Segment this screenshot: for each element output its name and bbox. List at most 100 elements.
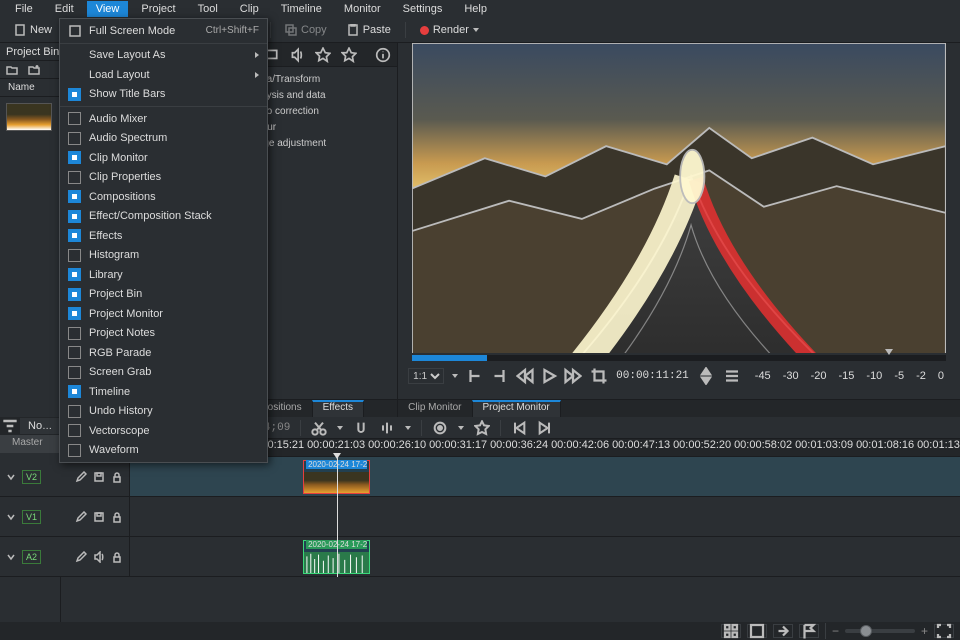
- zoom-out-icon[interactable]: −: [832, 624, 839, 638]
- chevron-down-icon[interactable]: [6, 472, 16, 482]
- in-point-icon[interactable]: [466, 368, 484, 384]
- menu-clip[interactable]: Clip: [231, 1, 268, 17]
- sound-icon[interactable]: [93, 551, 105, 563]
- zoom-select[interactable]: 1:1: [408, 368, 444, 384]
- snap-icon[interactable]: [353, 420, 369, 436]
- menu-icon[interactable]: [723, 368, 741, 384]
- menu-tool[interactable]: Tool: [189, 1, 227, 17]
- edit-icon[interactable]: [75, 551, 87, 563]
- view-menu-item[interactable]: Clip Monitor: [60, 148, 267, 168]
- timeline-playhead[interactable]: [337, 457, 338, 577]
- zoom-in-icon[interactable]: +: [921, 624, 928, 638]
- tab-clip-monitor[interactable]: Clip Monitor: [398, 400, 471, 417]
- menu-project[interactable]: Project: [132, 1, 184, 17]
- updown-icon[interactable]: [697, 368, 715, 384]
- info-icon[interactable]: [375, 47, 391, 63]
- forward-icon[interactable]: [564, 368, 582, 384]
- fit-icon[interactable]: [934, 624, 954, 638]
- view-menu-item[interactable]: Compositions: [60, 187, 267, 207]
- view-menu-item[interactable]: Effects: [60, 226, 267, 246]
- menu-item-label: Project Bin: [89, 288, 259, 300]
- tab-project-monitor[interactable]: Project Monitor: [472, 400, 561, 417]
- view-menu-item[interactable]: Project Notes: [60, 324, 267, 344]
- render-label: Render: [433, 24, 469, 36]
- fav-icon[interactable]: [474, 420, 490, 436]
- master-track-row[interactable]: Master: [0, 435, 60, 453]
- menu-settings[interactable]: Settings: [394, 1, 452, 17]
- audio-ruler: -45-30-20-15-10-5-20: [749, 370, 950, 382]
- view-menu-item[interactable]: Show Title Bars: [60, 85, 267, 105]
- timeline-tab[interactable]: No…: [20, 418, 60, 434]
- render-button[interactable]: Render: [414, 22, 485, 38]
- out-point-icon[interactable]: [490, 368, 508, 384]
- view-menu-item[interactable]: Clip Properties: [60, 168, 267, 188]
- new-folder-icon[interactable]: [28, 64, 40, 76]
- edit-icon[interactable]: [75, 511, 87, 523]
- save-icon[interactable]: [93, 511, 105, 523]
- lock-icon[interactable]: [111, 471, 123, 483]
- monitor-timecode[interactable]: 00:00:11:21: [616, 370, 689, 382]
- flag-icon[interactable]: [799, 624, 819, 638]
- view-menu-item[interactable]: Waveform: [60, 441, 267, 461]
- view-menu-item[interactable]: Effect/Composition Stack: [60, 207, 267, 227]
- crop-icon[interactable]: [590, 368, 608, 384]
- checkbox-icon: [68, 444, 81, 457]
- edit-icon[interactable]: [75, 471, 87, 483]
- rewind-icon[interactable]: [516, 368, 534, 384]
- open-folder-icon[interactable]: [6, 64, 18, 76]
- new-button[interactable]: New: [8, 22, 58, 38]
- track-a2[interactable]: 2020-02-24 17-26: [61, 537, 960, 577]
- view-menu-item[interactable]: Project Monitor: [60, 304, 267, 324]
- star-outline-icon[interactable]: [315, 47, 331, 63]
- menu-file[interactable]: File: [6, 1, 42, 17]
- checkbox-icon: [68, 385, 81, 398]
- arrow-right-icon[interactable]: [773, 624, 793, 638]
- zoom-slider[interactable]: [845, 629, 915, 633]
- menu-help[interactable]: Help: [455, 1, 496, 17]
- monitor-scrubber[interactable]: [412, 355, 946, 361]
- align-icon[interactable]: [379, 420, 395, 436]
- track-v2[interactable]: 2020-02-24 17-26: [61, 457, 960, 497]
- view-menu-item[interactable]: Audio Spectrum: [60, 129, 267, 149]
- track-head-a2[interactable]: A2: [0, 537, 130, 576]
- go-end-icon[interactable]: [537, 420, 553, 436]
- chevron-down-icon[interactable]: [6, 512, 16, 522]
- disk-icon[interactable]: [747, 624, 767, 638]
- go-start-icon[interactable]: [511, 420, 527, 436]
- menu-monitor[interactable]: Monitor: [335, 1, 390, 17]
- view-menu-item[interactable]: Load Layout: [60, 65, 267, 85]
- playhead-marker-icon[interactable]: [885, 349, 893, 355]
- lock-icon[interactable]: [111, 551, 123, 563]
- view-menu-item[interactable]: Audio Mixer: [60, 109, 267, 129]
- copy-button[interactable]: Copy: [279, 22, 333, 38]
- view-menu-item[interactable]: Undo History: [60, 402, 267, 422]
- paste-button[interactable]: Paste: [341, 22, 397, 38]
- monitor-viewport[interactable]: [412, 43, 946, 353]
- view-menu-item[interactable]: Save Layout As: [60, 46, 267, 66]
- track-head-v1[interactable]: V1: [0, 497, 130, 536]
- lock-icon[interactable]: [111, 511, 123, 523]
- star-icon[interactable]: [341, 47, 357, 63]
- save-icon[interactable]: [93, 471, 105, 483]
- view-menu-item[interactable]: Timeline: [60, 382, 267, 402]
- view-menu-item[interactable]: Vectorscope: [60, 421, 267, 441]
- chevron-down-icon[interactable]: [6, 552, 16, 562]
- view-menu-item[interactable]: Library: [60, 265, 267, 285]
- bin-clip-thumb[interactable]: [6, 103, 52, 131]
- grid-icon[interactable]: [721, 624, 741, 638]
- track-v1[interactable]: [61, 497, 960, 537]
- menu-edit[interactable]: Edit: [46, 1, 83, 17]
- sound-icon[interactable]: [289, 47, 305, 63]
- menu-timeline[interactable]: Timeline: [272, 1, 331, 17]
- record-icon[interactable]: [432, 420, 448, 436]
- cut-icon[interactable]: [311, 420, 327, 436]
- view-menu-item[interactable]: Full Screen ModeCtrl+Shift+F: [60, 21, 267, 41]
- menu-view[interactable]: View: [87, 1, 129, 17]
- filter-icon[interactable]: [0, 418, 20, 434]
- view-menu-item[interactable]: Histogram: [60, 246, 267, 266]
- view-menu-item[interactable]: RGB Parade: [60, 343, 267, 363]
- tab-effects[interactable]: Effects: [312, 400, 364, 417]
- view-menu-item[interactable]: Screen Grab: [60, 363, 267, 383]
- play-icon[interactable]: [540, 368, 558, 384]
- view-menu-item[interactable]: Project Bin: [60, 285, 267, 305]
